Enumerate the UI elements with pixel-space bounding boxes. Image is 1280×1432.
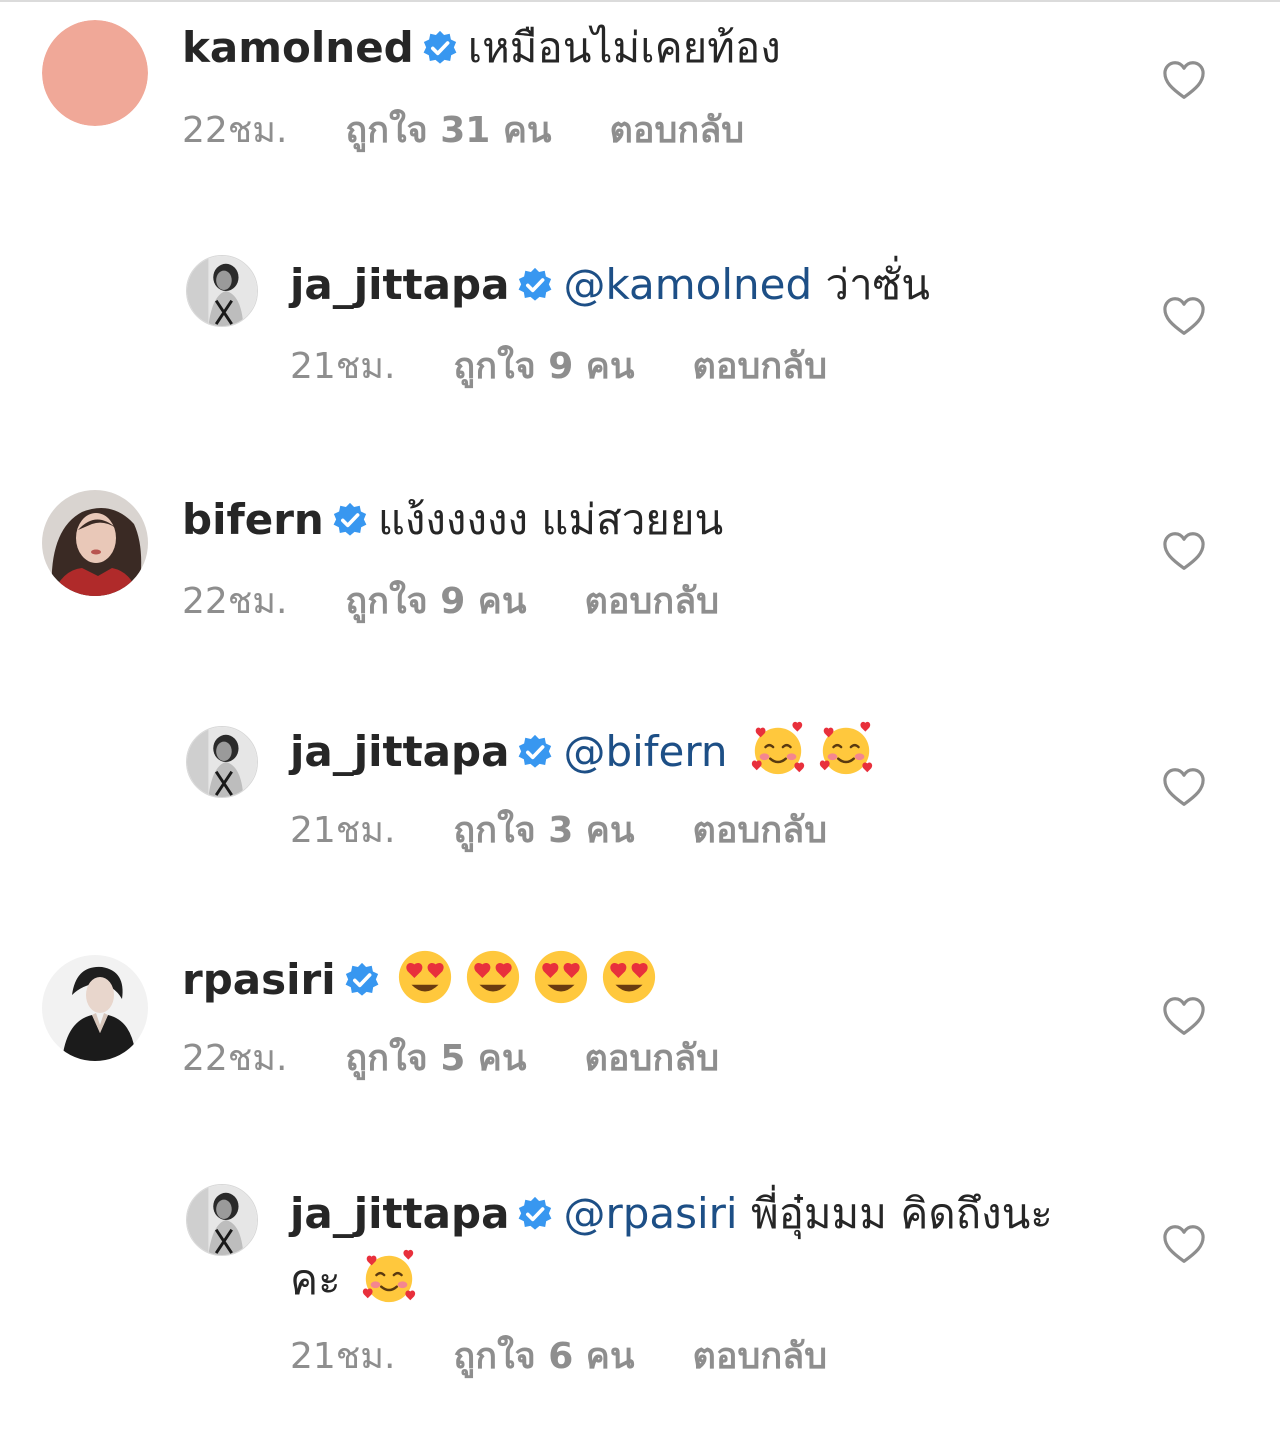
comment-meta: 22ชม. ถูกใจ 9 คน ตอบกลับ (182, 579, 719, 625)
like-heart-icon[interactable] (1162, 1224, 1206, 1264)
avatar-photo-woman-red-icon (42, 490, 148, 596)
avatar[interactable] (186, 1184, 258, 1256)
comment-meta: 22ชม. ถูกใจ 5 คน ตอบกลับ (182, 1036, 719, 1082)
comment-meta: 21ชม. ถูกใจ 9 คน ตอบกลับ (290, 344, 827, 390)
heart-eyes-icon (600, 948, 658, 1006)
reply-button[interactable]: ตอบกลับ (693, 808, 828, 854)
verified-badge-icon (517, 1196, 553, 1232)
likes-count-link[interactable]: ถูกใจ 9 คน (453, 344, 634, 390)
comment-text: เหมือนไม่เคยท้อง (467, 23, 781, 72)
comment-meta: 21ชม. ถูกใจ 3 คน ตอบกลับ (290, 808, 827, 854)
avatar[interactable] (42, 955, 148, 1061)
like-heart-icon[interactable] (1162, 531, 1206, 571)
comment-time: 22ชม. (182, 110, 288, 151)
avatar[interactable] (42, 20, 148, 126)
smiling-face-with-hearts-icon (360, 1248, 418, 1306)
avatar-plain-salmon-icon (42, 20, 148, 126)
comment-time: 22ชม. (182, 581, 288, 622)
avatar[interactable] (42, 490, 148, 596)
heart-eyes-icon (396, 948, 454, 1006)
comment-time: 21ชม. (290, 810, 396, 851)
reply-button[interactable]: ตอบกลับ (693, 1334, 828, 1380)
like-heart-icon[interactable] (1162, 60, 1206, 100)
avatar-photo-woman-dark-icon (42, 955, 148, 1061)
comment-username[interactable]: kamolned (182, 23, 414, 72)
comment-meta: 21ชม. ถูกใจ 6 คน ตอบกลับ (290, 1334, 827, 1380)
smiling-face-with-hearts-icon (749, 720, 807, 778)
comment-username[interactable]: rpasiri (182, 955, 336, 1004)
reply-button[interactable]: ตอบกลับ (585, 1036, 720, 1082)
avatar-photo-woman-bw-icon (187, 256, 257, 326)
verified-badge-icon (344, 962, 380, 998)
verified-badge-icon (517, 734, 553, 770)
comment-username[interactable]: bifern (182, 495, 324, 544)
avatar-photo-woman-bw-icon (187, 727, 257, 797)
likes-count-link[interactable]: ถูกใจ 9 คน (345, 579, 526, 625)
mention-link[interactable]: @bifern (563, 727, 727, 776)
comment-text: พี่อุ๋มมม คิดถึงนะ (750, 1189, 1053, 1238)
reply-button[interactable]: ตอบกลับ (585, 579, 720, 625)
likes-count-link[interactable]: ถูกใจ 5 คน (345, 1036, 526, 1082)
avatar-photo-woman-bw-icon (187, 1185, 257, 1255)
comment-text: แง้งงงงง แม่สวยยน (377, 495, 724, 544)
comment-username[interactable]: ja_jittapa (290, 727, 509, 776)
like-heart-icon[interactable] (1162, 296, 1206, 336)
mention-link[interactable]: @kamolned (563, 260, 812, 309)
comment-meta: 22ชม. ถูกใจ 31 คน ตอบกลับ (182, 108, 744, 154)
smiling-face-with-hearts-icon (817, 720, 875, 778)
comment-time: 21ชม. (290, 1336, 396, 1377)
reply-button[interactable]: ตอบกลับ (610, 108, 745, 154)
verified-badge-icon (332, 502, 368, 538)
reply-button[interactable]: ตอบกลับ (693, 344, 828, 390)
verified-badge-icon (422, 30, 458, 66)
comment-text-continuation: คะ (290, 1255, 341, 1304)
like-heart-icon[interactable] (1162, 996, 1206, 1036)
likes-count-link[interactable]: ถูกใจ 31 คน (345, 108, 551, 154)
mention-link[interactable]: @rpasiri (563, 1189, 737, 1238)
avatar[interactable] (186, 255, 258, 327)
likes-count-link[interactable]: ถูกใจ 3 คน (453, 808, 634, 854)
likes-count-link[interactable]: ถูกใจ 6 คน (453, 1334, 634, 1380)
comment-username[interactable]: ja_jittapa (290, 1189, 509, 1238)
heart-eyes-icon (532, 948, 590, 1006)
comment-username[interactable]: ja_jittapa (290, 260, 509, 309)
avatar[interactable] (186, 726, 258, 798)
comment-text: ว่าซั่น (825, 260, 930, 309)
comment-time: 22ชม. (182, 1038, 288, 1079)
heart-eyes-icon (464, 948, 522, 1006)
top-divider (0, 0, 1280, 2)
verified-badge-icon (517, 267, 553, 303)
like-heart-icon[interactable] (1162, 767, 1206, 807)
comment-time: 21ชม. (290, 346, 396, 387)
